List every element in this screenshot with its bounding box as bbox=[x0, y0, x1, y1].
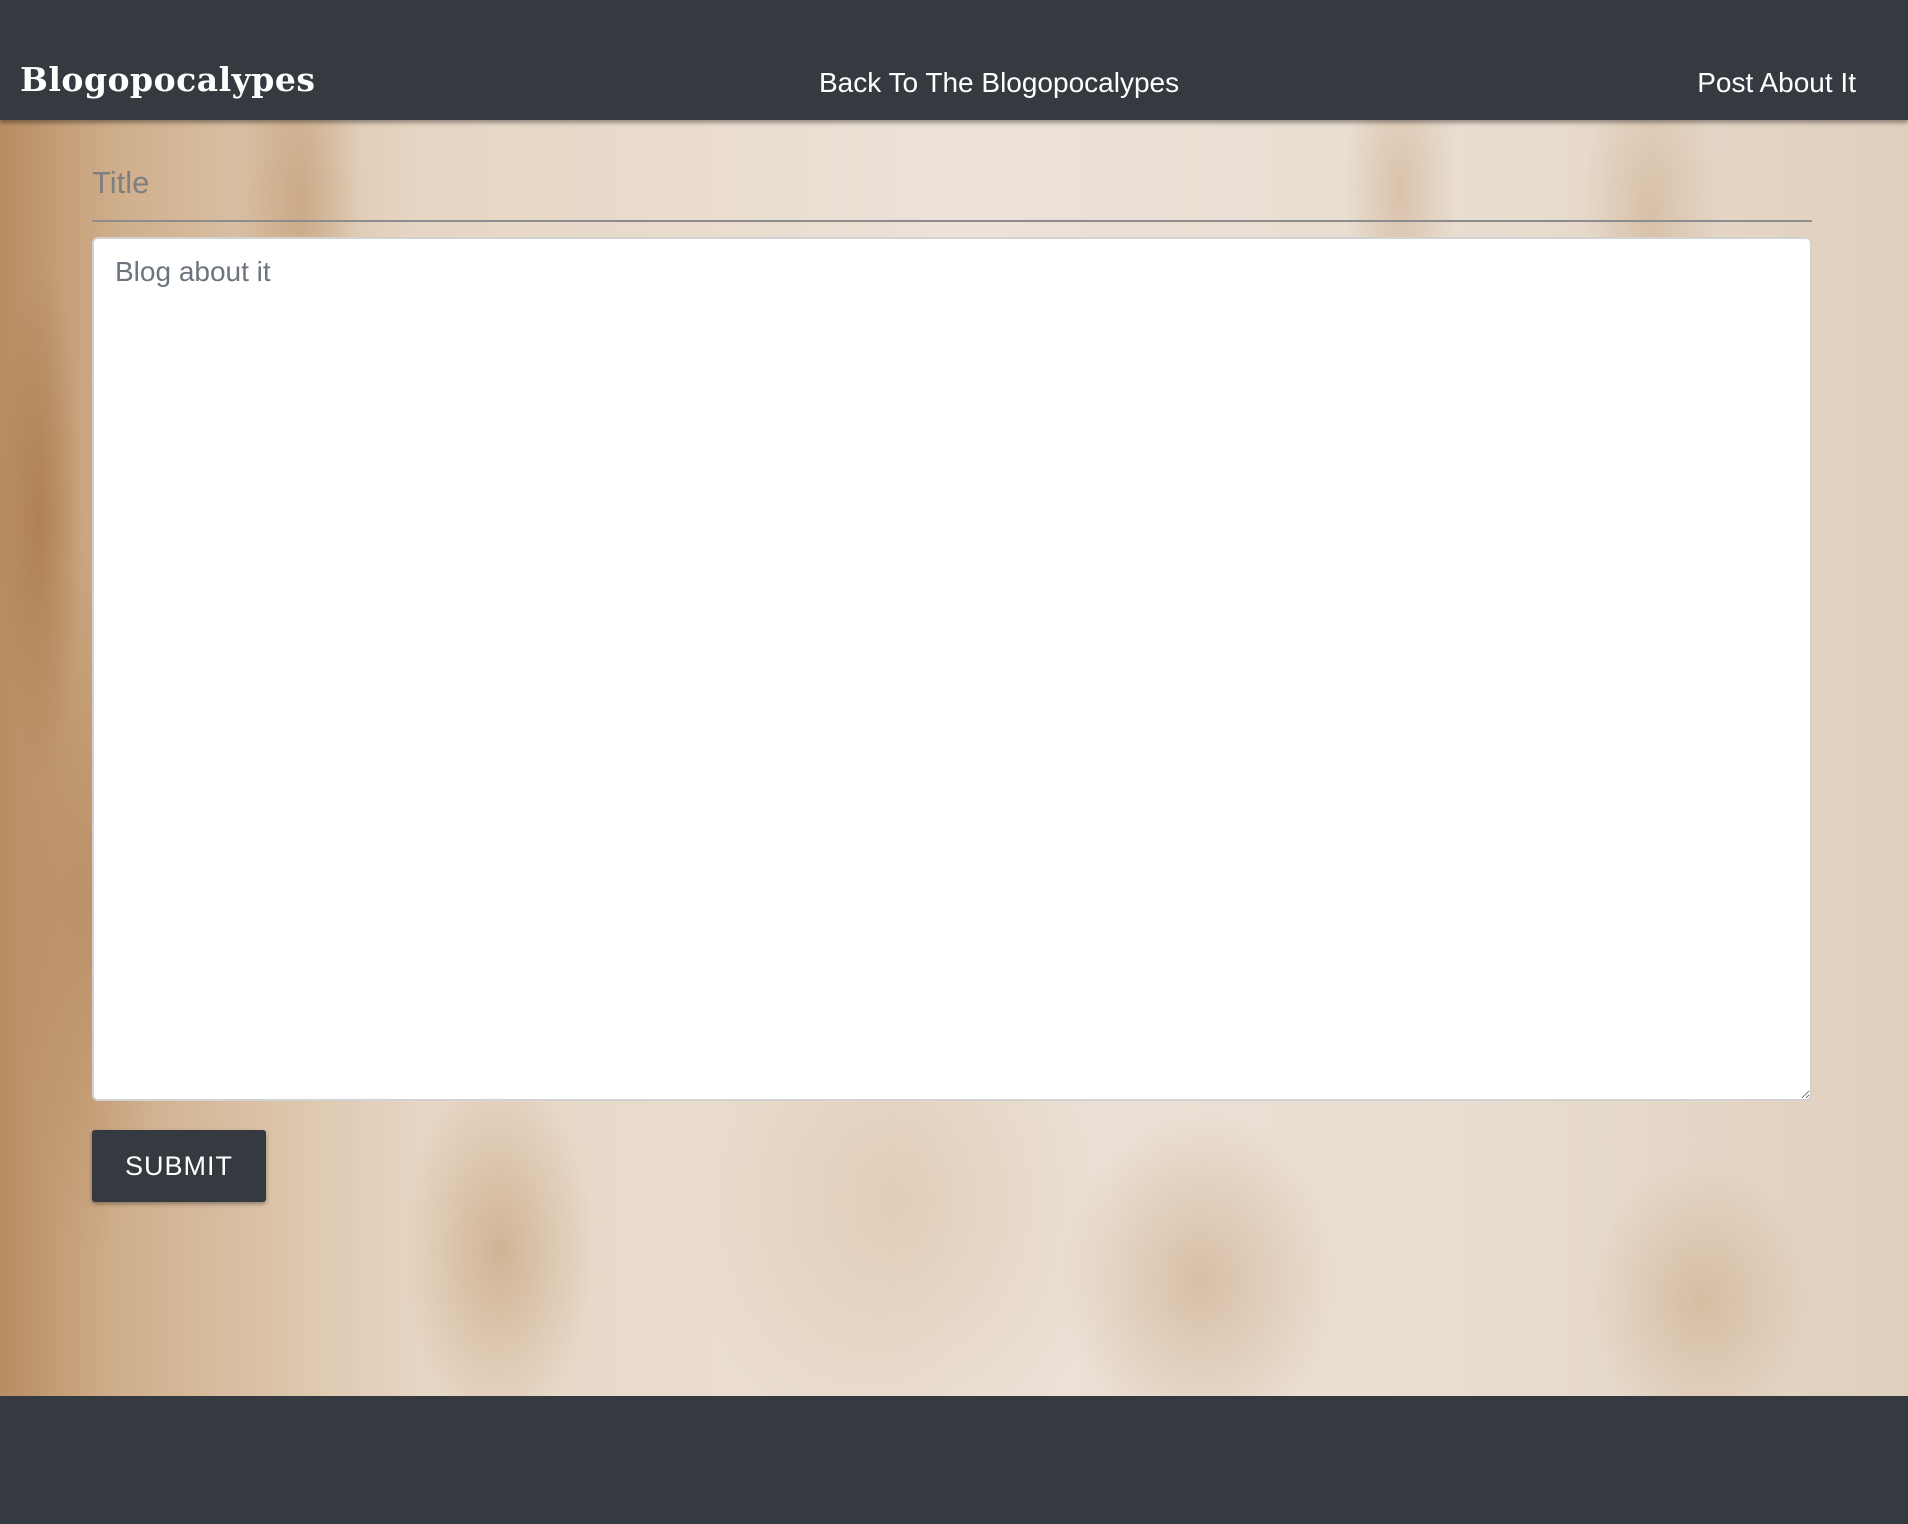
nav-link-post[interactable]: Post About It bbox=[1697, 67, 1856, 99]
page-footer bbox=[0, 1396, 1908, 1524]
title-input[interactable] bbox=[92, 148, 1812, 218]
brand-logo[interactable]: Blogopocalypes bbox=[20, 60, 315, 99]
blog-body-textarea[interactable] bbox=[92, 237, 1812, 1101]
top-navbar: Blogopocalypes Back To The Blogopocalype… bbox=[0, 0, 1908, 120]
submit-button[interactable]: SUBMIT bbox=[92, 1130, 266, 1202]
title-field-wrapper bbox=[92, 148, 1812, 222]
nav-link-back[interactable]: Back To The Blogopocalypes bbox=[819, 67, 1179, 99]
